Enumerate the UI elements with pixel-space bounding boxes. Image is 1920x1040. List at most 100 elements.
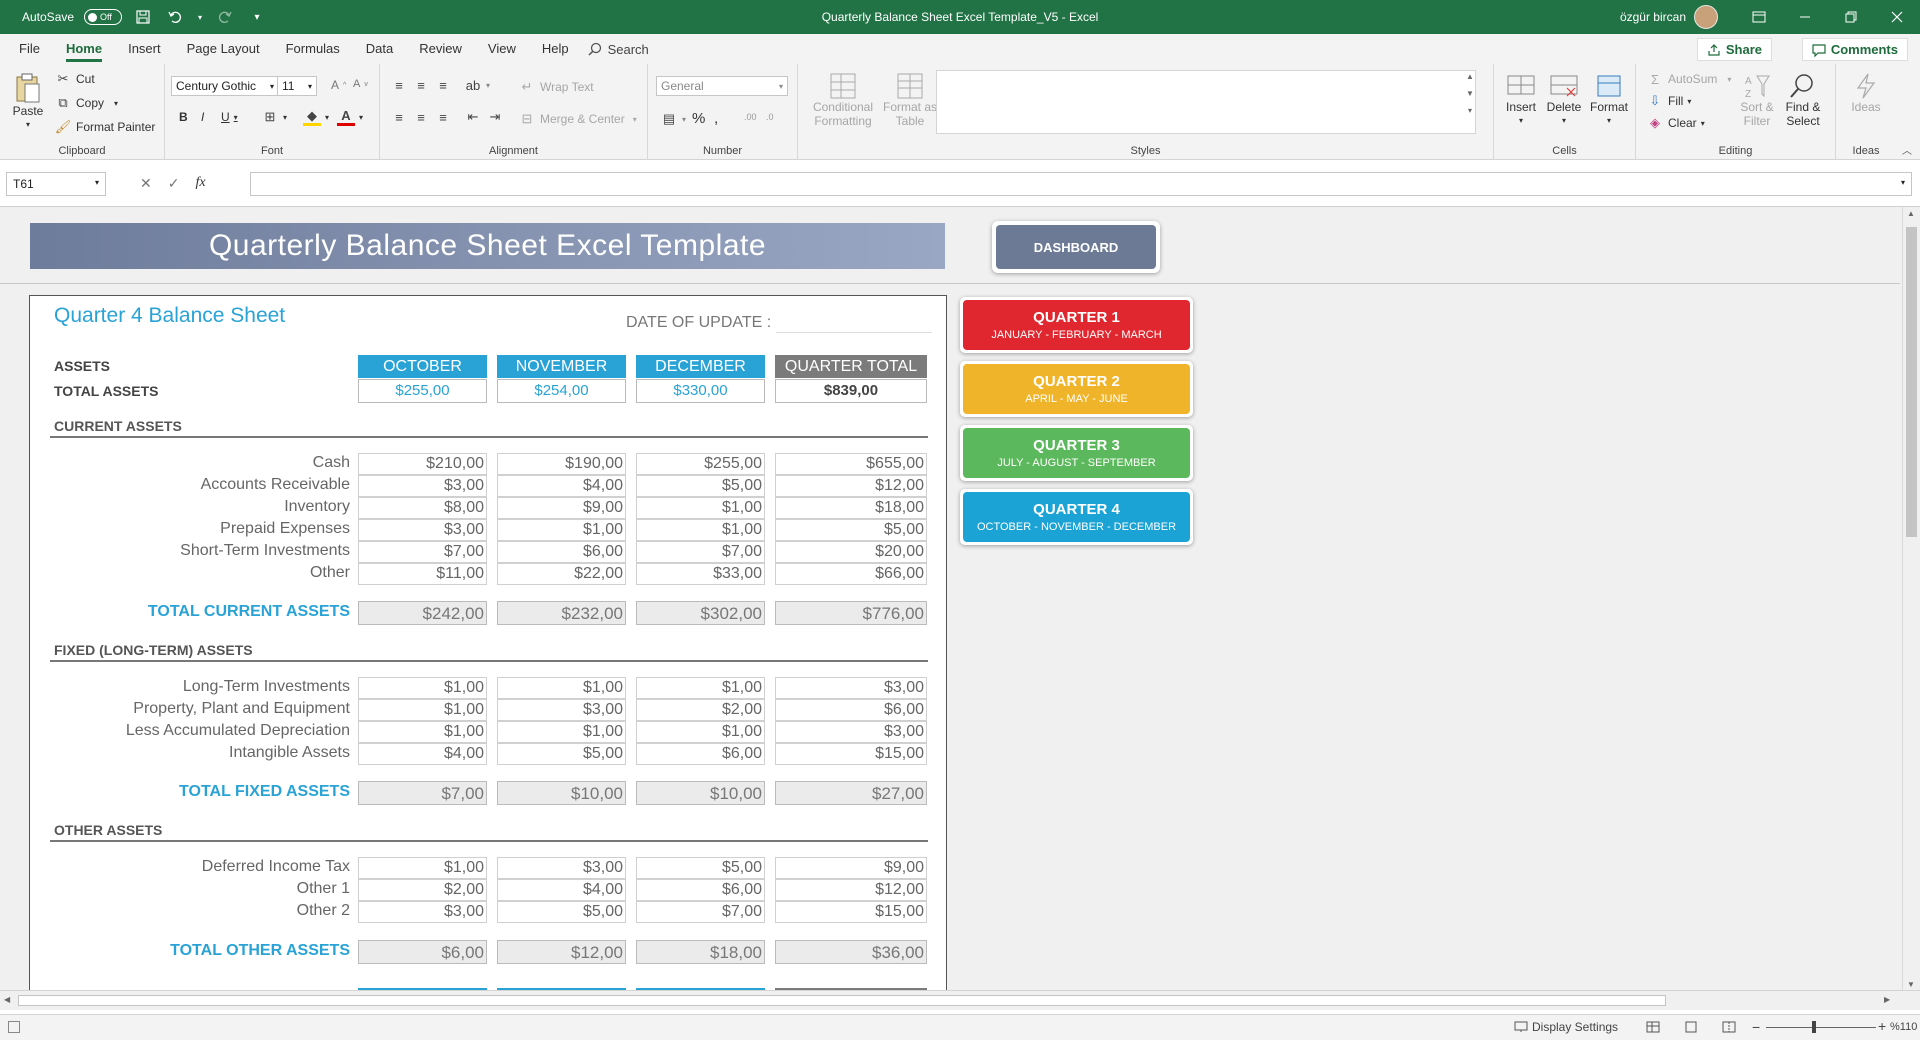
insert-function-button[interactable]: fx [195,175,205,192]
horizontal-scroll-thumb[interactable] [18,995,1666,1006]
value-cell[interactable]: $3,00 [497,857,626,879]
tab-help[interactable]: Help [529,34,582,64]
merge-center-button[interactable]: ⊟ Merge & Center ▾ [518,110,637,128]
ribbon-display-icon[interactable] [1736,0,1782,34]
ideas-button[interactable]: Ideas [1846,72,1886,114]
minimize-icon[interactable] [1782,0,1828,34]
value-cell[interactable]: $6,00 [636,879,765,901]
paste-button[interactable]: Paste ▾ [10,72,46,132]
value-cell[interactable]: $1,00 [358,721,487,743]
value-cell[interactable]: $1,00 [358,857,487,879]
value-cell[interactable]: $1,00 [358,699,487,721]
quarter-4-button[interactable]: QUARTER 4 OCTOBER - NOVEMBER - DECEMBER [960,489,1193,545]
value-cell[interactable]: $9,00 [497,497,626,519]
page-break-view-icon[interactable] [1722,1021,1736,1033]
total-cell[interactable]: $776,00 [775,601,927,625]
value-cell[interactable]: $6,00 [775,699,927,721]
value-cell[interactable]: $210,00 [358,453,487,475]
chevron-down-icon[interactable]: ▾ [196,6,204,28]
comments-button[interactable]: Comments [1801,38,1908,61]
name-box[interactable]: T61 ▾ [6,172,106,196]
save-icon[interactable] [132,6,154,28]
total-cell[interactable]: $232,00 [497,601,626,625]
avatar[interactable] [1694,5,1718,29]
value-cell[interactable]: $22,00 [497,563,626,585]
zoom-level[interactable]: %110 [1890,1021,1917,1033]
fill-button[interactable]: ⇩ Fill ▾ [1646,92,1692,110]
value-cell[interactable]: $33,00 [636,563,765,585]
format-as-table-button[interactable]: Format as Table [882,72,938,128]
sort-filter-button[interactable]: AZ Sort & Filter [1736,72,1778,128]
value-cell[interactable]: $5,00 [497,901,626,923]
value-cell[interactable]: $18,00 [775,497,927,519]
value-cell[interactable]: $255,00 [636,453,765,475]
value-cell[interactable]: $3,00 [497,699,626,721]
zoom-in-icon[interactable]: + [1878,1018,1886,1034]
font-family-select[interactable]: Century Gothic ▾ [171,76,279,96]
tab-review[interactable]: Review [406,34,475,64]
tab-file[interactable]: File [6,34,53,64]
value-cell[interactable]: $1,00 [636,497,765,519]
zoom-out-icon[interactable]: − [1752,1019,1760,1035]
autosum-button[interactable]: Σ AutoSum ▾ [1646,70,1731,88]
value-cell[interactable]: $15,00 [775,743,927,765]
value-cell[interactable]: $7,00 [358,541,487,563]
total-cell[interactable]: $27,00 [775,781,927,805]
value-cell[interactable]: $1,00 [358,677,487,699]
underline-button[interactable]: U ▾ [221,110,238,124]
total-cell[interactable]: $18,00 [636,940,765,964]
undo-icon[interactable] [164,6,186,28]
borders-button[interactable]: ⊞ ▾ [261,108,287,126]
redo-icon[interactable] [214,6,236,28]
tab-data[interactable]: Data [353,34,406,64]
value-cell[interactable]: $7,00 [636,901,765,923]
quarter-3-button[interactable]: QUARTER 3 JULY - AUGUST - SEPTEMBER [960,425,1193,481]
copy-button[interactable]: ⧉ Copy ▾ [54,94,118,112]
value-cell[interactable]: $1,00 [636,721,765,743]
restore-icon[interactable] [1828,0,1874,34]
vertical-scroll-thumb[interactable] [1906,227,1917,537]
tab-view[interactable]: View [475,34,529,64]
value-cell[interactable]: $12,00 [775,879,927,901]
value-cell[interactable]: $3,00 [775,721,927,743]
formula-input[interactable]: ▾ [250,172,1912,196]
wrap-text-button[interactable]: ↵ Wrap Text [518,78,594,96]
tab-home[interactable]: Home [53,34,115,64]
share-button[interactable]: Share [1696,38,1772,61]
total-cell[interactable]: $12,00 [497,940,626,964]
total-cell[interactable]: $36,00 [775,940,927,964]
total-cell[interactable]: $302,00 [636,601,765,625]
value-cell[interactable]: $66,00 [775,563,927,585]
value-cell[interactable]: $12,00 [775,475,927,497]
styles-scroll[interactable]: ▲ ▼ ▾ [1466,72,1474,115]
delete-cells-button[interactable]: Delete ▾ [1544,72,1584,128]
value-cell[interactable]: $3,00 [358,901,487,923]
value-cell[interactable]: $1,00 [497,677,626,699]
tab-page-layout[interactable]: Page Layout [174,34,273,64]
increase-indent-button[interactable]: ⇥ [486,108,504,126]
middle-align-button[interactable]: ≡ [412,76,430,94]
value-cell[interactable]: $5,00 [636,857,765,879]
value-cell[interactable]: $6,00 [636,743,765,765]
value-cell[interactable]: $2,00 [636,699,765,721]
value-cell[interactable]: $11,00 [358,563,487,585]
total-cell[interactable]: $6,00 [358,940,487,964]
total-cell[interactable]: $242,00 [358,601,487,625]
cut-button[interactable]: ✂ Cut [54,70,95,88]
close-icon[interactable] [1874,0,1920,34]
value-cell[interactable]: $7,00 [636,541,765,563]
insert-cells-button[interactable]: Insert ▾ [1502,72,1540,128]
date-of-update-field[interactable] [776,332,932,333]
align-right-button[interactable]: ≡ [434,108,452,126]
scroll-up-icon[interactable]: ▲ [1907,209,1915,218]
value-cell[interactable]: $1,00 [636,519,765,541]
zoom-slider[interactable] [1766,1027,1876,1028]
total-assets-cell[interactable]: $330,00 [636,379,765,403]
accounting-format-button[interactable]: ▤ ▾ [660,110,686,128]
value-cell[interactable]: $1,00 [636,677,765,699]
zoom-slider-thumb[interactable] [1812,1021,1816,1033]
quarter-1-button[interactable]: QUARTER 1 JANUARY - FEBRUARY - MARCH [960,297,1193,353]
bold-button[interactable]: B [179,110,188,124]
value-cell[interactable]: $20,00 [775,541,927,563]
tab-insert[interactable]: Insert [115,34,174,64]
